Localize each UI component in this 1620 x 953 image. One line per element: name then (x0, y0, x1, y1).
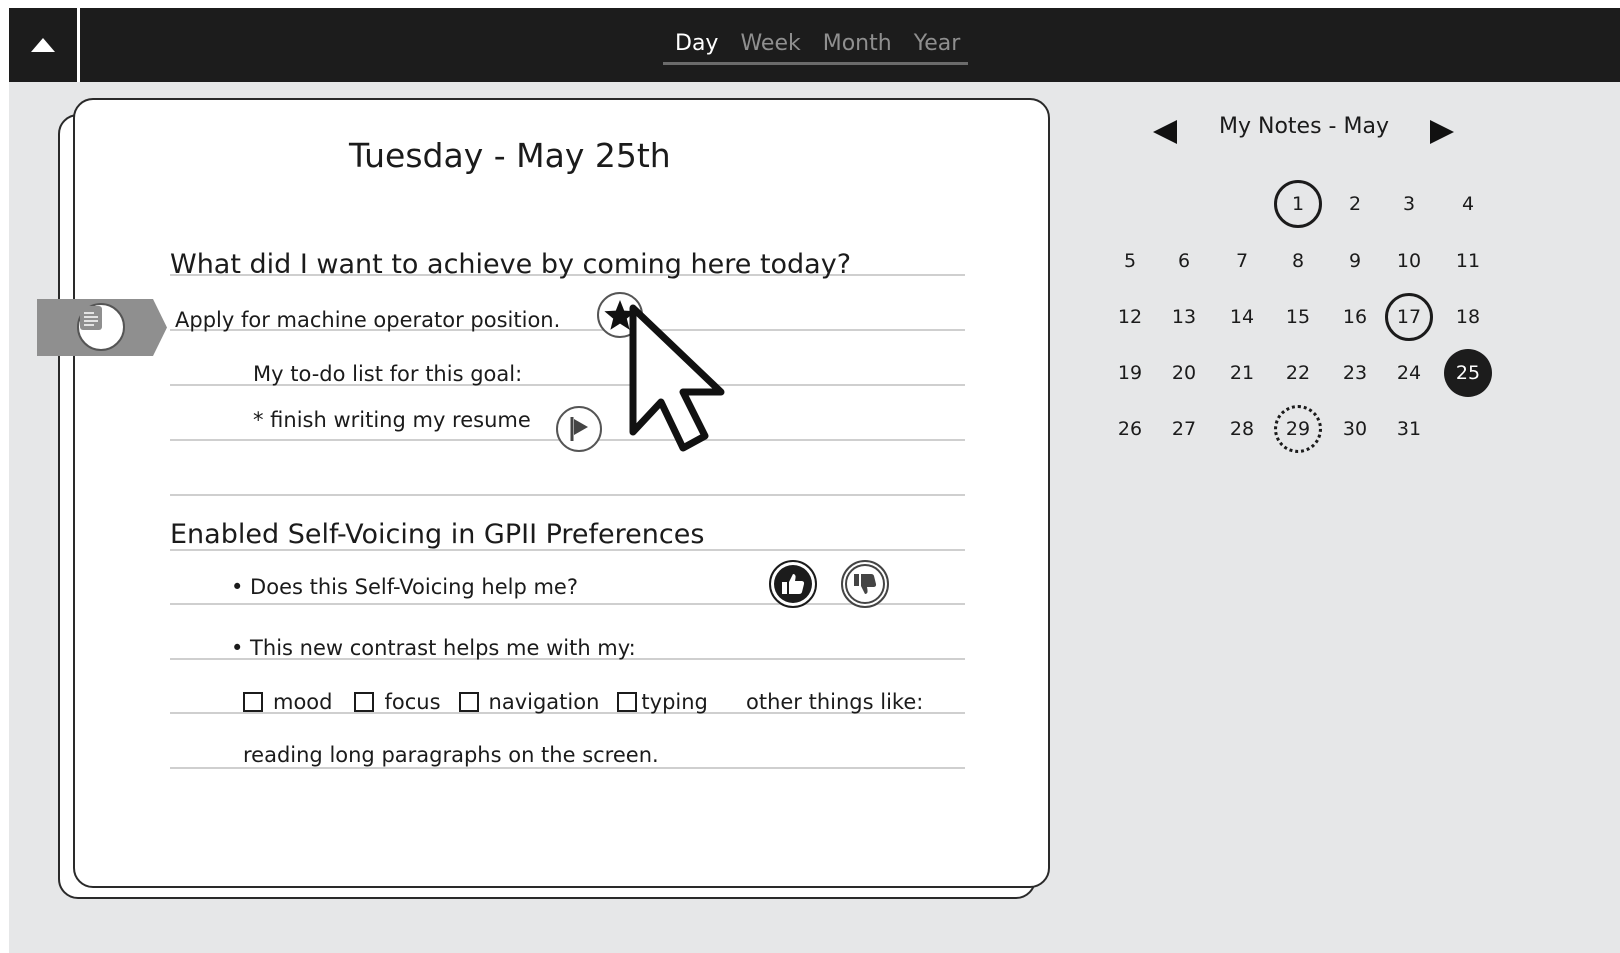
calendar-day[interactable]: 5 (1106, 237, 1154, 285)
calendar-day[interactable]: 20 (1160, 349, 1208, 397)
calendar-day[interactable]: 29 (1274, 405, 1322, 453)
notebook-page (73, 98, 1050, 888)
ruled-line (170, 603, 965, 605)
checkbox-focus[interactable]: focus (354, 690, 441, 714)
todo-label: My to-do list for this goal: (253, 362, 523, 386)
thumbs-up-icon (782, 574, 805, 594)
view-tabs: Day Week Month Year (675, 30, 960, 60)
calendar-day[interactable]: 25 (1444, 349, 1492, 397)
calendar-day[interactable]: 6 (1160, 237, 1208, 285)
checkbox-typing[interactable]: typing (617, 690, 708, 714)
tab-day[interactable]: Day (675, 30, 718, 60)
calendar-day[interactable]: 28 (1218, 405, 1266, 453)
tab-month[interactable]: Month (823, 30, 892, 60)
calendar-day[interactable]: 2 (1331, 180, 1379, 228)
calendar-day[interactable]: 11 (1444, 237, 1492, 285)
note-icon (77, 303, 125, 351)
star-icon (604, 300, 636, 330)
section-heading: Enabled Self-Voicing in GPII Preferences (170, 519, 705, 550)
goal-text[interactable]: Apply for machine operator position. (175, 308, 560, 332)
calendar-day[interactable]: 9 (1331, 237, 1379, 285)
calendar-day[interactable]: 10 (1385, 237, 1433, 285)
ruled-line (170, 494, 965, 496)
tab-year[interactable]: Year (914, 30, 961, 60)
checkbox-label: navigation (488, 690, 600, 714)
thumbs-down-icon (854, 574, 877, 594)
calendar-day[interactable]: 12 (1106, 293, 1154, 341)
calendar-day[interactable]: 7 (1218, 237, 1266, 285)
calendar-day[interactable]: 23 (1331, 349, 1379, 397)
other-label: other things like: (746, 690, 924, 714)
checkbox-navigation[interactable]: navigation (458, 690, 600, 714)
calendar-day[interactable]: 31 (1385, 405, 1433, 453)
tab-week[interactable]: Week (740, 30, 800, 60)
ruled-line (170, 767, 965, 769)
checkbox-box[interactable] (354, 692, 375, 712)
calendar-day[interactable]: 17 (1385, 293, 1433, 341)
page-title: Tuesday - May 25th (349, 136, 671, 175)
calendar-day[interactable]: 21 (1218, 349, 1266, 397)
contrast-question: • This new contrast helps me with my: (231, 636, 636, 660)
calendar-day[interactable]: 13 (1160, 293, 1208, 341)
calendar-day[interactable]: 4 (1444, 180, 1492, 228)
checkbox-mood[interactable]: mood (243, 690, 332, 714)
calendar-day[interactable]: 15 (1274, 293, 1322, 341)
calendar-prev-button[interactable] (1150, 117, 1180, 147)
calendar-day[interactable]: 3 (1385, 180, 1433, 228)
calendar-day[interactable]: 8 (1274, 237, 1322, 285)
triangle-right-icon (1430, 120, 1454, 144)
calendar-day[interactable]: 24 (1385, 349, 1433, 397)
calendar-day[interactable]: 27 (1160, 405, 1208, 453)
top-bar: Day Week Month Year (9, 8, 1620, 82)
calendar-day[interactable]: 22 (1274, 349, 1322, 397)
flag-icon (570, 417, 588, 441)
question-heading: What did I want to achieve by coming her… (170, 249, 852, 280)
calendar-day[interactable]: 19 (1106, 349, 1154, 397)
calendar-day[interactable]: 16 (1331, 293, 1379, 341)
checkbox-box[interactable] (617, 692, 638, 712)
other-text[interactable]: reading long paragraphs on the screen. (243, 743, 659, 767)
note-bookmark[interactable] (37, 299, 167, 356)
self-voicing-question: • Does this Self-Voicing help me? (231, 575, 578, 599)
checkbox-label: focus (384, 690, 441, 714)
app-window: Day Week Month Year Tuesday - May 25th W… (9, 8, 1620, 953)
star-button[interactable] (597, 292, 643, 338)
checkbox-box[interactable] (458, 692, 479, 712)
contrast-options: mood focus navigation typing (243, 690, 708, 714)
triangle-up-icon (31, 38, 55, 52)
calendar-day[interactable]: 18 (1444, 293, 1492, 341)
checkbox-label: typing (641, 690, 708, 714)
todo-item[interactable]: * finish writing my resume (253, 408, 531, 432)
checkbox-box[interactable] (243, 692, 263, 712)
collapse-button[interactable] (9, 8, 77, 82)
calendar-day[interactable]: 30 (1331, 405, 1379, 453)
calendar-day[interactable]: 14 (1218, 293, 1266, 341)
divider (77, 8, 80, 82)
calendar-day[interactable]: 26 (1106, 405, 1154, 453)
triangle-left-icon (1153, 120, 1177, 144)
tabs-underline (663, 62, 968, 65)
checkbox-label: mood (273, 690, 333, 714)
flag-button[interactable] (556, 406, 602, 452)
thumbs-up-button[interactable] (769, 560, 817, 608)
calendar-day[interactable]: 1 (1274, 180, 1322, 228)
thumbs-down-button[interactable] (841, 560, 889, 608)
calendar-title: My Notes - May (1219, 114, 1389, 139)
calendar-next-button[interactable] (1427, 117, 1457, 147)
